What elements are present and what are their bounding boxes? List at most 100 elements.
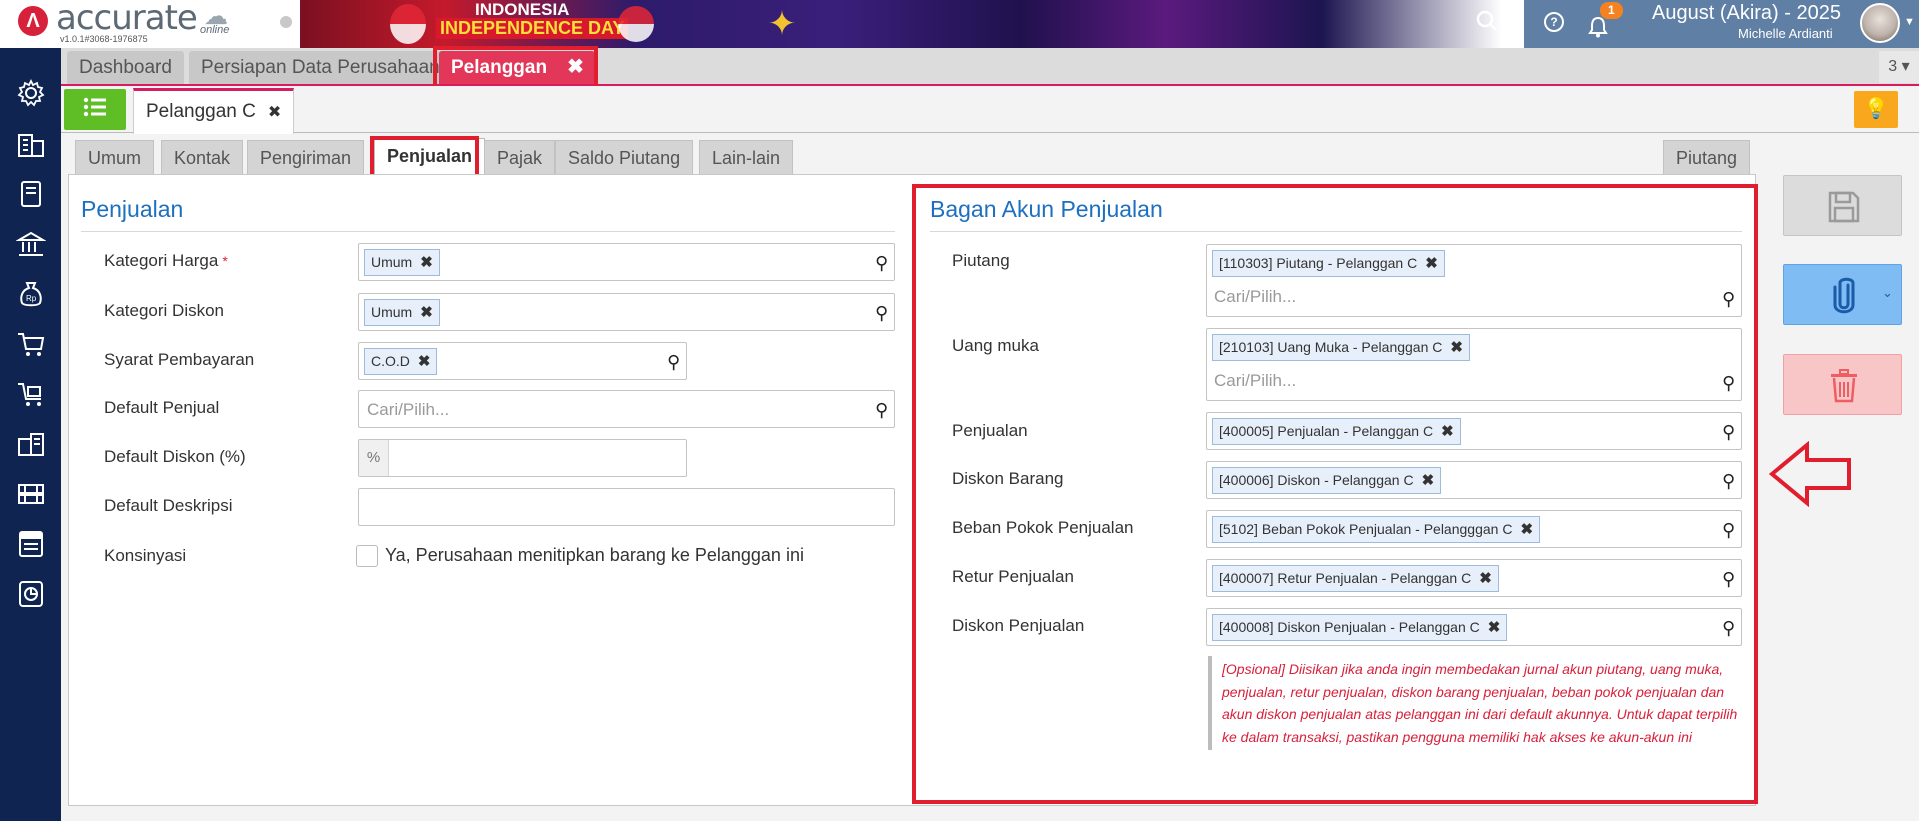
piutang-account-field[interactable]: [110303] Piutang - Pelanggan C ✖ Cari/Pil… bbox=[1206, 244, 1742, 317]
remove-chip-icon[interactable]: ✖ bbox=[1441, 423, 1454, 440]
tab-label: Saldo Piutang bbox=[568, 148, 681, 168]
diskon-barang-account-field[interactable]: [400006] Diskon - Pelanggan C ✖ ⚲ bbox=[1206, 461, 1742, 499]
kategori-diskon-field[interactable]: Umum ✖ ⚲ bbox=[358, 293, 895, 331]
chip-text: [400006] Diskon - Pelanggan C bbox=[1219, 472, 1414, 488]
tab-pengiriman[interactable]: Pengiriman bbox=[247, 140, 365, 174]
status-dot bbox=[280, 16, 292, 28]
search-icon[interactable]: ⚲ bbox=[1722, 422, 1735, 443]
app-logo[interactable]: Λ accurate ☁ online v1.0.1#3068-1976875 bbox=[0, 0, 292, 48]
document-tab[interactable]: Pelanggan C ✖ bbox=[133, 88, 295, 134]
remove-chip-icon[interactable]: ✖ bbox=[1422, 472, 1435, 489]
notification-badge[interactable]: 1 bbox=[1600, 2, 1623, 19]
tab-pajak[interactable]: Pajak bbox=[484, 140, 556, 174]
ledger-book-icon[interactable] bbox=[14, 179, 48, 213]
report-chart-icon[interactable] bbox=[14, 579, 48, 613]
company-building-icon[interactable] bbox=[14, 129, 48, 163]
default-penjual-field[interactable]: Cari/Pilih... ⚲ bbox=[358, 390, 895, 428]
search-icon[interactable]: ⚲ bbox=[875, 400, 888, 421]
gear-icon[interactable] bbox=[14, 78, 48, 112]
lightbulb-icon: 💡 bbox=[1863, 98, 1889, 120]
tax-icon[interactable] bbox=[14, 529, 48, 563]
chevron-down-icon[interactable]: ▼ bbox=[1904, 16, 1915, 28]
placeholder-text: Cari/Pilih... bbox=[367, 400, 450, 419]
syarat-pembayaran-field[interactable]: C.O.D ✖ ⚲ bbox=[358, 342, 687, 380]
close-icon[interactable]: ✖ bbox=[567, 56, 584, 78]
tab-dashboard[interactable]: Dashboard bbox=[67, 51, 184, 84]
tab-saldo-piutang[interactable]: Saldo Piutang bbox=[555, 140, 694, 174]
tab-persiapan-data[interactable]: Persiapan Data Perusahaan bbox=[189, 51, 452, 84]
selected-chip: [400007] Retur Penjualan - Pelanggan C ✖ bbox=[1212, 565, 1499, 592]
flag-balloon-icon bbox=[618, 6, 654, 42]
tab-penjualan[interactable]: Penjualan bbox=[374, 138, 486, 175]
money-bag-icon[interactable]: Rp bbox=[14, 279, 48, 313]
search-icon[interactable]: ⚲ bbox=[667, 352, 680, 373]
tab-kontak[interactable]: Kontak bbox=[161, 140, 244, 174]
search-icon[interactable]: ⚲ bbox=[875, 253, 888, 274]
remove-chip-icon[interactable]: ✖ bbox=[420, 304, 433, 321]
section-title-bagan-akun: Bagan Akun Penjualan bbox=[930, 196, 1163, 222]
default-diskon-field[interactable]: % bbox=[358, 439, 687, 477]
avatar[interactable] bbox=[1860, 3, 1900, 43]
search-icon[interactable]: ⚲ bbox=[1722, 569, 1735, 590]
tab-pelanggan[interactable]: Pelanggan ✖ bbox=[439, 51, 595, 84]
retur-penjualan-account-field[interactable]: [400007] Retur Penjualan - Pelanggan C ✖ … bbox=[1206, 559, 1742, 597]
bank-icon[interactable] bbox=[14, 229, 48, 263]
chevron-down-icon[interactable]: ⌄ bbox=[1882, 285, 1893, 301]
remove-chip-icon[interactable]: ✖ bbox=[418, 353, 431, 370]
selected-chip: [110303] Piutang - Pelanggan C ✖ bbox=[1212, 250, 1445, 277]
user-period[interactable]: August (Akira) - 2025 bbox=[1652, 2, 1841, 25]
chip-text: [110303] Piutang - Pelanggan C bbox=[1219, 255, 1418, 271]
delete-button[interactable] bbox=[1783, 354, 1902, 415]
field-label-kategori-harga: Kategori Harga * bbox=[104, 251, 228, 271]
save-button[interactable] bbox=[1783, 175, 1902, 236]
remove-chip-icon[interactable]: ✖ bbox=[1488, 619, 1501, 636]
uang-muka-account-field[interactable]: [210103] Uang Muka - Pelanggan C ✖ Cari/P… bbox=[1206, 328, 1742, 401]
chip-text: [400005] Penjualan - Pelanggan C bbox=[1219, 423, 1434, 439]
tab-umum[interactable]: Umum bbox=[75, 140, 154, 174]
search-icon[interactable]: ⚲ bbox=[1722, 289, 1735, 310]
selected-chip: [5102] Beban Pokok Penjualan - Pelanggga… bbox=[1212, 516, 1541, 543]
warehouse-icon[interactable] bbox=[14, 429, 48, 463]
tab-lain-lain[interactable]: Lain-lain bbox=[699, 140, 794, 174]
tips-button[interactable]: 💡 bbox=[1854, 91, 1898, 128]
search-icon[interactable]: ⚲ bbox=[1722, 618, 1735, 639]
diskon-penjualan-account-field[interactable]: [400008] Diskon Penjualan - Pelanggan C ✖… bbox=[1206, 608, 1742, 646]
default-deskripsi-field[interactable] bbox=[358, 488, 895, 526]
kategori-harga-field[interactable]: Umum ✖ ⚲ bbox=[358, 243, 895, 281]
konsinyasi-option-label[interactable]: Ya, Perusahaan menitipkan barang ke Pela… bbox=[385, 545, 804, 566]
factory-icon[interactable] bbox=[14, 479, 48, 513]
sales-cart-icon[interactable] bbox=[14, 379, 48, 413]
search-icon[interactable] bbox=[1476, 10, 1498, 38]
remove-chip-icon[interactable]: ✖ bbox=[1450, 339, 1463, 356]
tab-count-dropdown[interactable]: 3 ▾ bbox=[1879, 51, 1919, 83]
search-icon[interactable]: ⚲ bbox=[1722, 471, 1735, 492]
search-icon[interactable]: ⚲ bbox=[1722, 373, 1735, 394]
attachment-button[interactable]: ⌄ bbox=[1783, 264, 1902, 325]
selected-chip: [400005] Penjualan - Pelanggan C ✖ bbox=[1212, 418, 1461, 445]
shopping-cart-icon[interactable] bbox=[14, 329, 48, 363]
tab-piutang[interactable]: Piutang bbox=[1663, 140, 1751, 174]
tab-label: Lain-lain bbox=[712, 148, 781, 168]
remove-chip-icon[interactable]: ✖ bbox=[1520, 521, 1533, 538]
penjualan-account-field[interactable]: [400005] Penjualan - Pelanggan C ✖ ⚲ bbox=[1206, 412, 1742, 450]
optional-note: [Opsional] Diisikan jika anda ingin memb… bbox=[1208, 656, 1748, 750]
banner-title-line2: INDEPENDENCE DAY bbox=[436, 18, 629, 39]
help-icon[interactable]: ? bbox=[1544, 12, 1564, 32]
list-view-button[interactable] bbox=[64, 89, 126, 130]
remove-chip-icon[interactable]: ✖ bbox=[420, 254, 433, 271]
tab-label: Pengiriman bbox=[260, 148, 352, 168]
selected-chip: [400008] Diskon Penjualan - Pelanggan C ✖ bbox=[1212, 614, 1508, 641]
field-label-diskon-penjualan: Diskon Penjualan bbox=[952, 616, 1085, 635]
remove-chip-icon[interactable]: ✖ bbox=[1425, 255, 1438, 272]
search-icon[interactable]: ⚲ bbox=[1722, 520, 1735, 541]
required-marker: * bbox=[222, 253, 228, 269]
accurate-logo-icon: Λ bbox=[18, 6, 48, 36]
remove-chip-icon[interactable]: ✖ bbox=[1479, 570, 1492, 587]
user-name[interactable]: Michelle Ardianti bbox=[1738, 26, 1833, 41]
close-icon[interactable]: ✖ bbox=[268, 104, 281, 121]
subtab-bar: Umum Kontak Pengiriman Penjualan Pajak S… bbox=[61, 133, 1761, 175]
bell-icon[interactable] bbox=[1588, 16, 1608, 44]
beban-pokok-account-field[interactable]: [5102] Beban Pokok Penjualan - Pelanggga… bbox=[1206, 510, 1742, 548]
konsinyasi-checkbox[interactable] bbox=[356, 545, 378, 567]
search-icon[interactable]: ⚲ bbox=[875, 303, 888, 324]
